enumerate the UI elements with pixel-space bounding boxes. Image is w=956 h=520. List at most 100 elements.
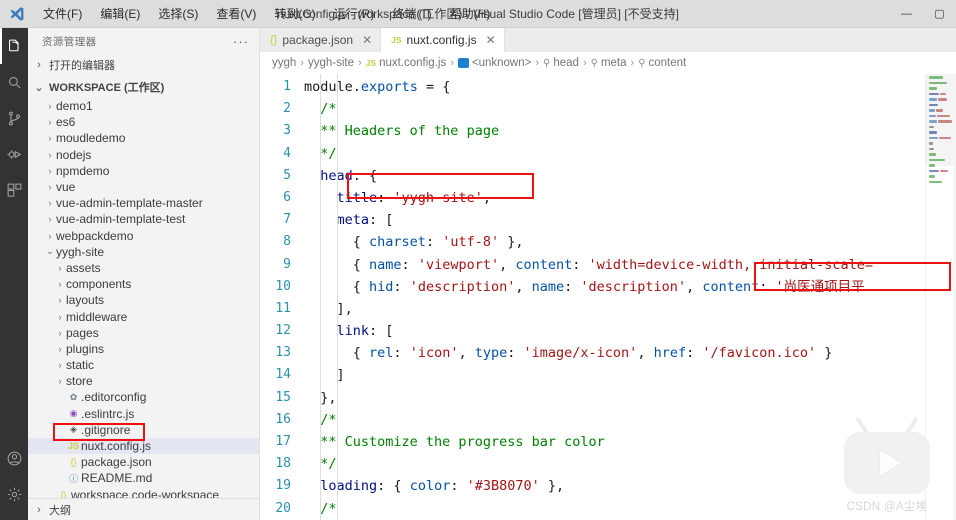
code-line[interactable]: { rel: 'icon', type: 'image/x-icon', hre… xyxy=(300,342,925,364)
menu-item-go[interactable]: 转到(G) xyxy=(265,2,324,26)
menu-item-selection[interactable]: 选择(S) xyxy=(149,2,207,26)
manage-settings-icon[interactable] xyxy=(0,476,28,512)
tree-item-webpackdemo[interactable]: › webpackdemo xyxy=(28,228,259,244)
tree-item-package.json[interactable]: {} package.json xyxy=(28,454,259,470)
code-editor[interactable]: 123456789101112131415161718192021 module… xyxy=(260,74,956,520)
run-and-debug-icon[interactable] xyxy=(0,136,28,172)
tree-item-es6[interactable]: › es6 xyxy=(28,114,259,130)
tree-item-npmdemo[interactable]: › npmdemo xyxy=(28,163,259,179)
code-content[interactable]: module.exports = { /* ** Headers of the … xyxy=(300,74,925,520)
tree-item-vue-admin-template-test[interactable]: › vue-admin-template-test xyxy=(28,211,259,227)
breadcrumb-item-head[interactable]: ⚲ head xyxy=(543,57,579,69)
breadcrumb-item-yygh-site[interactable]: yygh-site xyxy=(308,57,354,69)
tree-item-.gitignore[interactable]: ◈ .gitignore xyxy=(28,422,259,438)
breadcrumb-item-meta[interactable]: ⚲ meta xyxy=(591,57,627,69)
maximize-button[interactable]: ▢ xyxy=(923,0,956,28)
menu-item-view[interactable]: 查看(V) xyxy=(207,2,265,26)
breadcrumb-item-yygh[interactable]: yygh xyxy=(272,57,296,69)
code-line[interactable]: /* xyxy=(300,498,925,520)
explorer-icon[interactable] xyxy=(0,28,28,64)
minimap-line xyxy=(929,153,953,157)
code-line[interactable]: ] xyxy=(300,364,925,386)
code-line[interactable]: { name: 'viewport', content: 'width=devi… xyxy=(300,254,925,276)
minimap-line xyxy=(929,169,953,174)
code-line[interactable]: }, xyxy=(300,387,925,409)
code-token: module xyxy=(304,79,353,95)
source-control-icon[interactable] xyxy=(0,100,28,136)
tree-item-middleware[interactable]: › middleware xyxy=(28,308,259,324)
tree-item-static[interactable]: › static xyxy=(28,357,259,373)
tree-item-demo1[interactable]: › demo1 xyxy=(28,98,259,114)
tree-item-.editorconfig[interactable]: ✿ .editorconfig xyxy=(28,389,259,405)
minimap-line xyxy=(929,81,953,86)
accounts-icon[interactable] xyxy=(0,440,28,476)
tree-item-layouts[interactable]: › layouts xyxy=(28,292,259,308)
menu-item-edit[interactable]: 编辑(E) xyxy=(91,2,149,26)
extensions-icon[interactable] xyxy=(0,172,28,208)
minimap-segment xyxy=(940,169,948,173)
line-number: 8 xyxy=(283,234,291,250)
line-number: 19 xyxy=(275,478,291,494)
vertical-scrollbar[interactable] xyxy=(952,74,956,520)
tree-item-label: middleware xyxy=(66,309,128,324)
tab-nuxt-config-js[interactable]: JS nuxt.config.js ✕ xyxy=(381,28,505,52)
tree-item-store[interactable]: › store xyxy=(28,373,259,389)
tree-item-yygh-site[interactable]: ⌄ yygh-site xyxy=(28,244,259,260)
breadcrumb-item-unknown[interactable]: <unknown> xyxy=(457,57,532,69)
code-token: , xyxy=(515,278,532,295)
code-line[interactable]: ** Customize the progress bar color xyxy=(300,431,925,453)
code-line[interactable]: /* xyxy=(300,409,925,431)
tree-item-plugins[interactable]: › plugins xyxy=(28,341,259,357)
menu-item-terminal[interactable]: 终端(T) xyxy=(383,2,440,26)
code-line[interactable]: meta: [ xyxy=(300,209,925,231)
tree-item-moudledemo[interactable]: › moudledemo xyxy=(28,130,259,146)
section-open-editors[interactable]: › 打开的编辑器 xyxy=(28,54,259,76)
title-bar: 文件(F) 编辑(E) 选择(S) 查看(V) 转到(G) 运行(R) 终端(T… xyxy=(0,0,956,28)
code-line[interactable]: ], xyxy=(300,298,925,320)
breadcrumb-item-content[interactable]: ⚲ content xyxy=(638,57,686,69)
code-line[interactable]: link: [ xyxy=(300,320,925,342)
minimap-segment xyxy=(929,109,935,112)
tree-item-nuxt.config.js[interactable]: JS nuxt.config.js xyxy=(28,437,259,455)
code-line[interactable]: */ xyxy=(300,453,925,475)
menu-item-run[interactable]: 运行(R) xyxy=(325,2,384,26)
tree-item-vue[interactable]: › vue xyxy=(28,179,259,195)
code-line[interactable]: loading: { color: '#3B8070' }, xyxy=(300,475,925,497)
minimap-line xyxy=(929,76,953,80)
tree-item-.eslintrc.js[interactable]: ◉ .eslintrc.js xyxy=(28,406,259,422)
code-line[interactable]: { hid: 'description', name: 'description… xyxy=(300,276,925,298)
explorer-more-actions-icon[interactable]: ··· xyxy=(233,34,249,49)
code-line[interactable]: module.exports = { xyxy=(300,76,925,98)
tab-package-json[interactable]: {} package.json ✕ xyxy=(260,28,382,52)
search-icon[interactable] xyxy=(0,64,28,100)
close-icon[interactable]: ✕ xyxy=(486,33,496,47)
line-number: 17 xyxy=(275,434,291,449)
minimap-segment xyxy=(929,158,945,162)
tree-item-nodejs[interactable]: › nodejs xyxy=(28,147,259,163)
code-line[interactable]: ** Headers of the page xyxy=(300,120,925,142)
line-number: 16 xyxy=(275,411,291,427)
tree-item-workspace.code-workspace[interactable]: {} workspace.code-workspace xyxy=(28,487,259,498)
code-line[interactable]: */ xyxy=(300,143,925,165)
section-outline[interactable]: › 大纲 xyxy=(28,498,259,520)
menu-item-file[interactable]: 文件(F) xyxy=(34,2,91,26)
section-workspace[interactable]: ⌄ WORKSPACE (工作区) xyxy=(28,76,259,98)
breadcrumb-item-nuxt.config.js[interactable]: JS nuxt.config.js xyxy=(366,57,447,69)
tree-item-readme.md[interactable]: ⓘ README.md xyxy=(28,470,259,486)
tree-item-assets[interactable]: › assets xyxy=(28,260,259,276)
tree-item-pages[interactable]: › pages xyxy=(28,325,259,341)
chevron-right-icon: › xyxy=(58,327,62,338)
chevron-right-icon: › xyxy=(48,182,52,193)
breadcrumb-label: <unknown> xyxy=(471,57,532,69)
close-icon[interactable]: ✕ xyxy=(362,33,372,47)
code-line[interactable]: { charset: 'utf-8' }, xyxy=(300,231,925,253)
code-line[interactable]: head: { xyxy=(300,165,925,187)
code-token: '/favicon.ico' xyxy=(702,345,817,362)
code-line[interactable]: title: 'yygh-site', xyxy=(300,187,925,209)
tree-item-components[interactable]: › components xyxy=(28,276,259,292)
tree-item-vue-admin-template-master[interactable]: › vue-admin-template-master xyxy=(28,195,259,211)
code-line[interactable]: /* xyxy=(300,98,925,120)
minimize-button[interactable]: — xyxy=(890,0,923,28)
menu-item-help[interactable]: 帮助(H) xyxy=(441,2,500,26)
